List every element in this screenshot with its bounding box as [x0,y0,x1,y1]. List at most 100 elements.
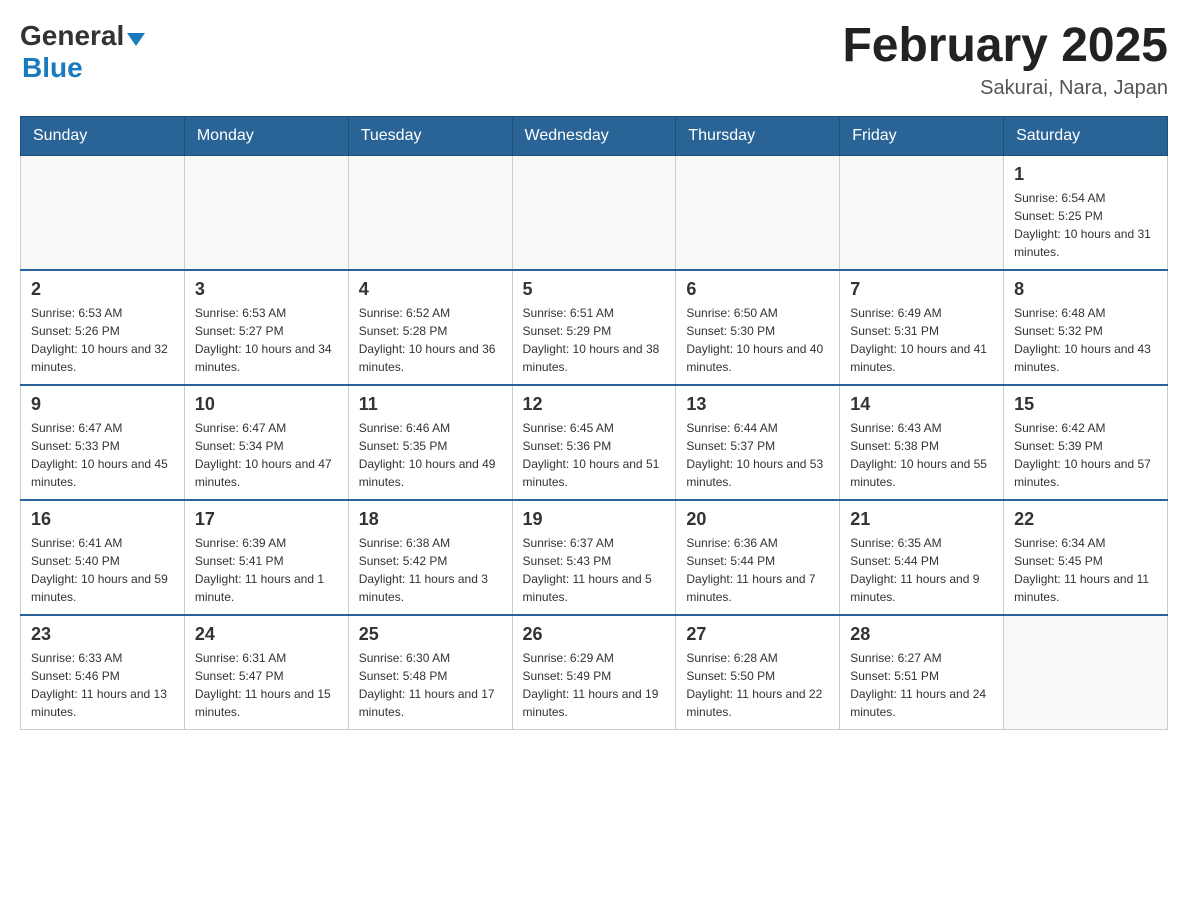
calendar-day-cell: 21 Sunrise: 6:35 AM Sunset: 5:44 PM Dayli… [840,500,1004,615]
day-number: 22 [1014,509,1157,530]
day-number: 6 [686,279,829,300]
day-info: Sunrise: 6:50 AM Sunset: 5:30 PM Dayligh… [686,304,829,376]
calendar-day-cell [348,155,512,270]
day-info: Sunrise: 6:38 AM Sunset: 5:42 PM Dayligh… [359,534,502,606]
day-number: 8 [1014,279,1157,300]
calendar-day-cell [184,155,348,270]
calendar-week-row: 1 Sunrise: 6:54 AM Sunset: 5:25 PM Daylig… [21,155,1168,270]
day-number: 25 [359,624,502,645]
day-info: Sunrise: 6:41 AM Sunset: 5:40 PM Dayligh… [31,534,174,606]
day-number: 19 [523,509,666,530]
day-info: Sunrise: 6:54 AM Sunset: 5:25 PM Dayligh… [1014,189,1157,261]
calendar-week-row: 23 Sunrise: 6:33 AM Sunset: 5:46 PM Dayli… [21,615,1168,730]
logo-blue-text: Blue [22,52,83,83]
calendar-day-cell: 19Sunrise: 6:37 AM Sunset: 5:43 PM Dayli… [512,500,676,615]
calendar-day-cell: 5 Sunrise: 6:51 AM Sunset: 5:29 PM Daylig… [512,270,676,385]
calendar-day-cell: 26 Sunrise: 6:29 AM Sunset: 5:49 PM Dayli… [512,615,676,730]
calendar-table: SundayMondayTuesdayWednesdayThursdayFrid… [20,116,1168,730]
day-number: 27 [686,624,829,645]
day-number: 20 [686,509,829,530]
calendar-day-header: Sunday [21,116,185,155]
day-number: 1 [1014,164,1157,185]
calendar-day-cell: 12 Sunrise: 6:45 AM Sunset: 5:36 PM Dayli… [512,385,676,500]
calendar-day-cell: 17 Sunrise: 6:39 AM Sunset: 5:41 PM Dayli… [184,500,348,615]
calendar-day-cell: 14 Sunrise: 6:43 AM Sunset: 5:38 PM Dayli… [840,385,1004,500]
calendar-day-header: Saturday [1004,116,1168,155]
day-info: Sunrise: 6:28 AM Sunset: 5:50 PM Dayligh… [686,649,829,721]
calendar-day-header: Tuesday [348,116,512,155]
calendar-day-cell: 23 Sunrise: 6:33 AM Sunset: 5:46 PM Dayli… [21,615,185,730]
calendar-day-cell: 2 Sunrise: 6:53 AM Sunset: 5:26 PM Daylig… [21,270,185,385]
day-number: 5 [523,279,666,300]
title-section: February 2025 Sakurai, Nara, Japan [842,20,1168,100]
day-number: 13 [686,394,829,415]
day-number: 4 [359,279,502,300]
calendar-day-cell: 15 Sunrise: 6:42 AM Sunset: 5:39 PM Dayli… [1004,385,1168,500]
logo-general-text: General [20,20,124,52]
day-info: Sunrise: 6:43 AM Sunset: 5:38 PM Dayligh… [850,419,993,491]
calendar-day-header: Thursday [676,116,840,155]
calendar-day-cell: 6 Sunrise: 6:50 AM Sunset: 5:30 PM Daylig… [676,270,840,385]
day-number: 24 [195,624,338,645]
day-number: 14 [850,394,993,415]
day-info: Sunrise: 6:45 AM Sunset: 5:36 PM Dayligh… [523,419,666,491]
calendar-day-cell: 1 Sunrise: 6:54 AM Sunset: 5:25 PM Daylig… [1004,155,1168,270]
month-year-title: February 2025 [842,20,1168,73]
calendar-day-header: Wednesday [512,116,676,155]
calendar-day-cell [512,155,676,270]
calendar-day-cell: 10 Sunrise: 6:47 AM Sunset: 5:34 PM Dayli… [184,385,348,500]
calendar-day-cell: 8 Sunrise: 6:48 AM Sunset: 5:32 PM Daylig… [1004,270,1168,385]
day-number: 12 [523,394,666,415]
calendar-day-cell [676,155,840,270]
day-number: 7 [850,279,993,300]
day-info: Sunrise: 6:44 AM Sunset: 5:37 PM Dayligh… [686,419,829,491]
calendar-day-cell: 28 Sunrise: 6:27 AM Sunset: 5:51 PM Dayli… [840,615,1004,730]
calendar-day-cell: 4Sunrise: 6:52 AM Sunset: 5:28 PM Daylig… [348,270,512,385]
day-number: 17 [195,509,338,530]
day-number: 2 [31,279,174,300]
calendar-day-cell: 13 Sunrise: 6:44 AM Sunset: 5:37 PM Dayli… [676,385,840,500]
calendar-day-cell [1004,615,1168,730]
calendar-day-cell: 27 Sunrise: 6:28 AM Sunset: 5:50 PM Dayli… [676,615,840,730]
calendar-day-header: Monday [184,116,348,155]
calendar-day-cell [21,155,185,270]
calendar-week-row: 2 Sunrise: 6:53 AM Sunset: 5:26 PM Daylig… [21,270,1168,385]
day-number: 23 [31,624,174,645]
calendar-day-cell: 7Sunrise: 6:49 AM Sunset: 5:31 PM Daylig… [840,270,1004,385]
day-number: 11 [359,394,502,415]
day-info: Sunrise: 6:53 AM Sunset: 5:26 PM Dayligh… [31,304,174,376]
day-info: Sunrise: 6:51 AM Sunset: 5:29 PM Dayligh… [523,304,666,376]
day-info: Sunrise: 6:29 AM Sunset: 5:49 PM Dayligh… [523,649,666,721]
day-info: Sunrise: 6:33 AM Sunset: 5:46 PM Dayligh… [31,649,174,721]
location-subtitle: Sakurai, Nara, Japan [842,77,1168,100]
day-info: Sunrise: 6:27 AM Sunset: 5:51 PM Dayligh… [850,649,993,721]
day-info: Sunrise: 6:47 AM Sunset: 5:34 PM Dayligh… [195,419,338,491]
day-info: Sunrise: 6:48 AM Sunset: 5:32 PM Dayligh… [1014,304,1157,376]
calendar-day-cell: 16Sunrise: 6:41 AM Sunset: 5:40 PM Dayli… [21,500,185,615]
calendar-day-cell [840,155,1004,270]
logo-triangle-icon [127,33,145,46]
calendar-day-cell: 9Sunrise: 6:47 AM Sunset: 5:33 PM Daylig… [21,385,185,500]
day-info: Sunrise: 6:31 AM Sunset: 5:47 PM Dayligh… [195,649,338,721]
day-info: Sunrise: 6:42 AM Sunset: 5:39 PM Dayligh… [1014,419,1157,491]
day-number: 18 [359,509,502,530]
calendar-day-cell: 3Sunrise: 6:53 AM Sunset: 5:27 PM Daylig… [184,270,348,385]
calendar-day-header: Friday [840,116,1004,155]
calendar-day-cell: 20 Sunrise: 6:36 AM Sunset: 5:44 PM Dayli… [676,500,840,615]
calendar-header-row: SundayMondayTuesdayWednesdayThursdayFrid… [21,116,1168,155]
day-info: Sunrise: 6:39 AM Sunset: 5:41 PM Dayligh… [195,534,338,606]
day-info: Sunrise: 6:34 AM Sunset: 5:45 PM Dayligh… [1014,534,1157,606]
calendar-week-row: 9Sunrise: 6:47 AM Sunset: 5:33 PM Daylig… [21,385,1168,500]
calendar-day-cell: 25Sunrise: 6:30 AM Sunset: 5:48 PM Dayli… [348,615,512,730]
day-number: 3 [195,279,338,300]
day-info: Sunrise: 6:47 AM Sunset: 5:33 PM Dayligh… [31,419,174,491]
day-info: Sunrise: 6:35 AM Sunset: 5:44 PM Dayligh… [850,534,993,606]
day-number: 21 [850,509,993,530]
day-number: 28 [850,624,993,645]
calendar-week-row: 16Sunrise: 6:41 AM Sunset: 5:40 PM Dayli… [21,500,1168,615]
day-number: 26 [523,624,666,645]
day-number: 15 [1014,394,1157,415]
day-number: 10 [195,394,338,415]
calendar-day-cell: 22 Sunrise: 6:34 AM Sunset: 5:45 PM Dayli… [1004,500,1168,615]
day-info: Sunrise: 6:36 AM Sunset: 5:44 PM Dayligh… [686,534,829,606]
